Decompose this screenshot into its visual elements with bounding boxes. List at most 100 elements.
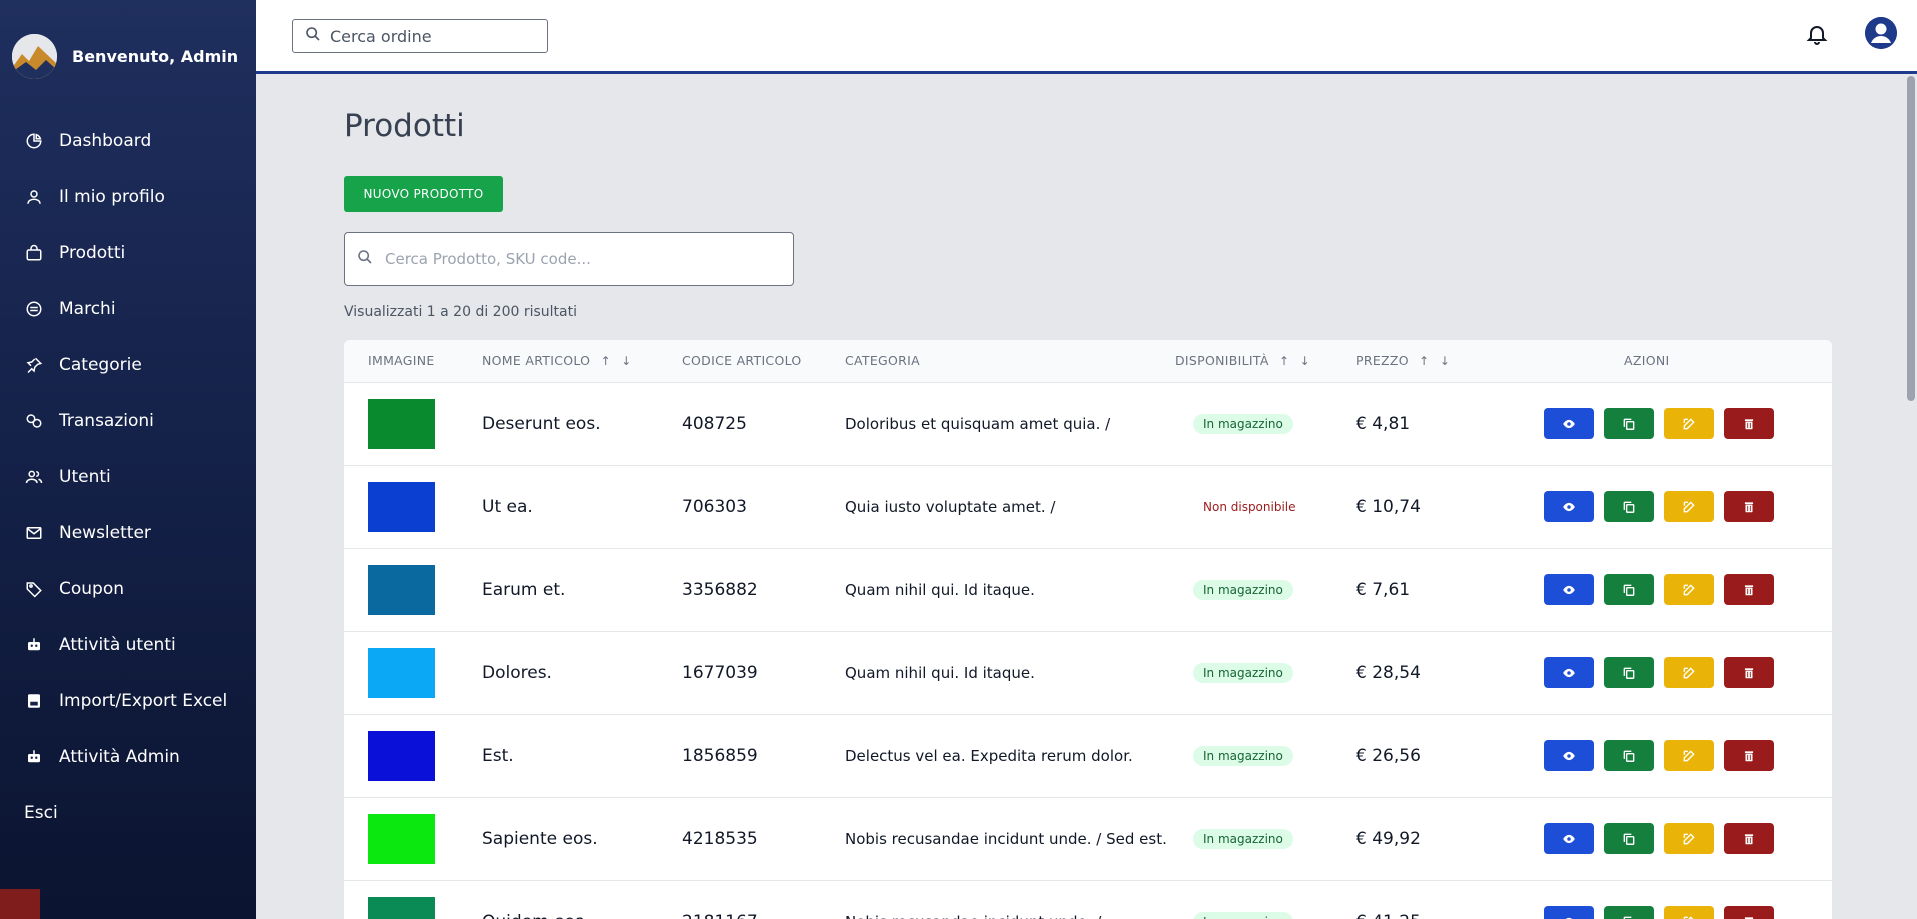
product-thumbnail[interactable] [368, 564, 435, 615]
actions-cell [1516, 382, 1832, 465]
product-code: 4218535 [682, 828, 758, 849]
shopping-bag-icon [24, 243, 44, 263]
view-button[interactable] [1544, 657, 1594, 688]
sidebar-item-profile[interactable]: Il mio profilo [0, 169, 256, 225]
duplicate-button[interactable] [1604, 491, 1654, 522]
product-thumbnail[interactable] [368, 481, 435, 532]
sidebar-item-categories[interactable]: Categorie [0, 337, 256, 393]
view-button[interactable] [1544, 491, 1594, 522]
sidebar-item-dashboard[interactable]: Dashboard [0, 113, 256, 169]
actions-cell [1516, 631, 1832, 714]
sort-asc-icon[interactable]: ↑ [601, 354, 611, 368]
status-badge: In magazzino [1193, 829, 1293, 849]
col-name-label: NOME ARTICOLO [482, 353, 591, 369]
trash-icon [1744, 833, 1754, 844]
tag-icon [24, 579, 44, 599]
table-row[interactable]: Sapiente eos. 4218535 Nobis recusandae i… [344, 797, 1832, 880]
debug-badge[interactable] [0, 889, 40, 919]
sidebar-item-logout[interactable]: Esci [0, 785, 256, 841]
sidebar-item-label: Marchi [59, 299, 116, 319]
avatar[interactable] [1865, 17, 1897, 49]
duplicate-button[interactable] [1604, 408, 1654, 439]
product-price: € 26,56 [1356, 745, 1421, 766]
actions-cell [1516, 880, 1832, 919]
product-price: € 10,74 [1356, 496, 1421, 517]
sort-desc-icon[interactable]: ↓ [621, 354, 631, 368]
product-thumbnail[interactable] [368, 730, 435, 781]
edit-icon [1683, 749, 1695, 761]
availability-cell: In magazzino [1175, 880, 1356, 919]
sidebar-item-coupon[interactable]: Coupon [0, 561, 256, 617]
sidebar-item-transactions[interactable]: Transazioni [0, 393, 256, 449]
view-button[interactable] [1544, 906, 1594, 919]
copy-icon [1623, 916, 1635, 919]
edit-button[interactable] [1664, 574, 1714, 605]
delete-button[interactable] [1724, 408, 1774, 439]
delete-button[interactable] [1724, 574, 1774, 605]
edit-button[interactable] [1664, 657, 1714, 688]
image-cell [344, 631, 482, 714]
sidebar-item-admin-activity[interactable]: Attività Admin [0, 729, 256, 785]
sidebar-item-users[interactable]: Utenti [0, 449, 256, 505]
eye-icon [1563, 751, 1575, 760]
product-search-box[interactable] [344, 232, 794, 286]
table-row[interactable]: Ut ea. 706303 Quia iusto voluptate amet.… [344, 465, 1832, 548]
sidebar-item-user-activity[interactable]: Attività utenti [0, 617, 256, 673]
edit-button[interactable] [1664, 491, 1714, 522]
sidebar-item-newsletter[interactable]: Newsletter [0, 505, 256, 561]
transactions-icon [24, 411, 44, 431]
product-thumbnail[interactable] [368, 813, 435, 864]
sidebar-item-label: Il mio profilo [59, 187, 165, 207]
view-button[interactable] [1544, 408, 1594, 439]
table-row[interactable]: Deserunt eos. 408725 Doloribus et quisqu… [344, 382, 1832, 465]
duplicate-button[interactable] [1604, 574, 1654, 605]
product-thumbnail[interactable] [368, 398, 435, 449]
availability-cell: In magazzino [1175, 714, 1356, 797]
duplicate-button[interactable] [1604, 823, 1654, 854]
order-search-box[interactable] [292, 19, 548, 53]
copy-icon [1623, 584, 1635, 596]
table-row[interactable]: Dolores. 1677039 Quam nihil qui. Id itaq… [344, 631, 1832, 714]
delete-button[interactable] [1724, 491, 1774, 522]
edit-button[interactable] [1664, 740, 1714, 771]
delete-button[interactable] [1724, 657, 1774, 688]
eye-icon [1563, 834, 1575, 843]
sidebar-item-brands[interactable]: Marchi [0, 281, 256, 337]
scrollbar-thumb[interactable] [1907, 76, 1915, 401]
sort-desc-icon[interactable]: ↓ [1300, 354, 1310, 368]
sidebar-item-import-export[interactable]: Import/Export Excel [0, 673, 256, 729]
table-row[interactable]: Est. 1856859 Delectus vel ea. Expedita r… [344, 714, 1832, 797]
search-icon [305, 26, 321, 46]
product-thumbnail[interactable] [368, 647, 435, 698]
sort-asc-icon[interactable]: ↑ [1279, 354, 1289, 368]
status-badge: Non disponibile [1203, 500, 1296, 514]
sidebar-item-products[interactable]: Prodotti [0, 225, 256, 281]
product-thumbnail[interactable] [368, 896, 435, 919]
duplicate-button[interactable] [1604, 740, 1654, 771]
edit-button[interactable] [1664, 906, 1714, 919]
view-button[interactable] [1544, 740, 1594, 771]
delete-button[interactable] [1724, 740, 1774, 771]
availability-cell: In magazzino [1175, 631, 1356, 714]
product-price: € 28,54 [1356, 662, 1421, 683]
delete-button[interactable] [1724, 823, 1774, 854]
sort-desc-icon[interactable]: ↓ [1440, 354, 1450, 368]
new-product-button[interactable]: NUOVO PRODOTTO [344, 176, 503, 212]
view-button[interactable] [1544, 574, 1594, 605]
table-row[interactable]: Quidem eos. 2181167 Nobis recusandae inc… [344, 880, 1832, 919]
view-button[interactable] [1544, 823, 1594, 854]
order-search-input[interactable] [330, 26, 530, 46]
product-search-input[interactable] [385, 250, 765, 268]
edit-button[interactable] [1664, 823, 1714, 854]
edit-button[interactable] [1664, 408, 1714, 439]
sidebar-item-label: Attività utenti [59, 635, 176, 655]
mail-icon [24, 523, 44, 543]
duplicate-button[interactable] [1604, 657, 1654, 688]
bell-icon[interactable] [1805, 22, 1829, 46]
delete-button[interactable] [1724, 906, 1774, 919]
sort-asc-icon[interactable]: ↑ [1419, 354, 1429, 368]
table-row[interactable]: Earum et. 3356882 Quam nihil qui. Id ita… [344, 548, 1832, 631]
col-availability: DISPONIBILITÀ ↑ ↓ [1175, 340, 1356, 383]
duplicate-button[interactable] [1604, 906, 1654, 919]
eye-icon [1563, 585, 1575, 594]
